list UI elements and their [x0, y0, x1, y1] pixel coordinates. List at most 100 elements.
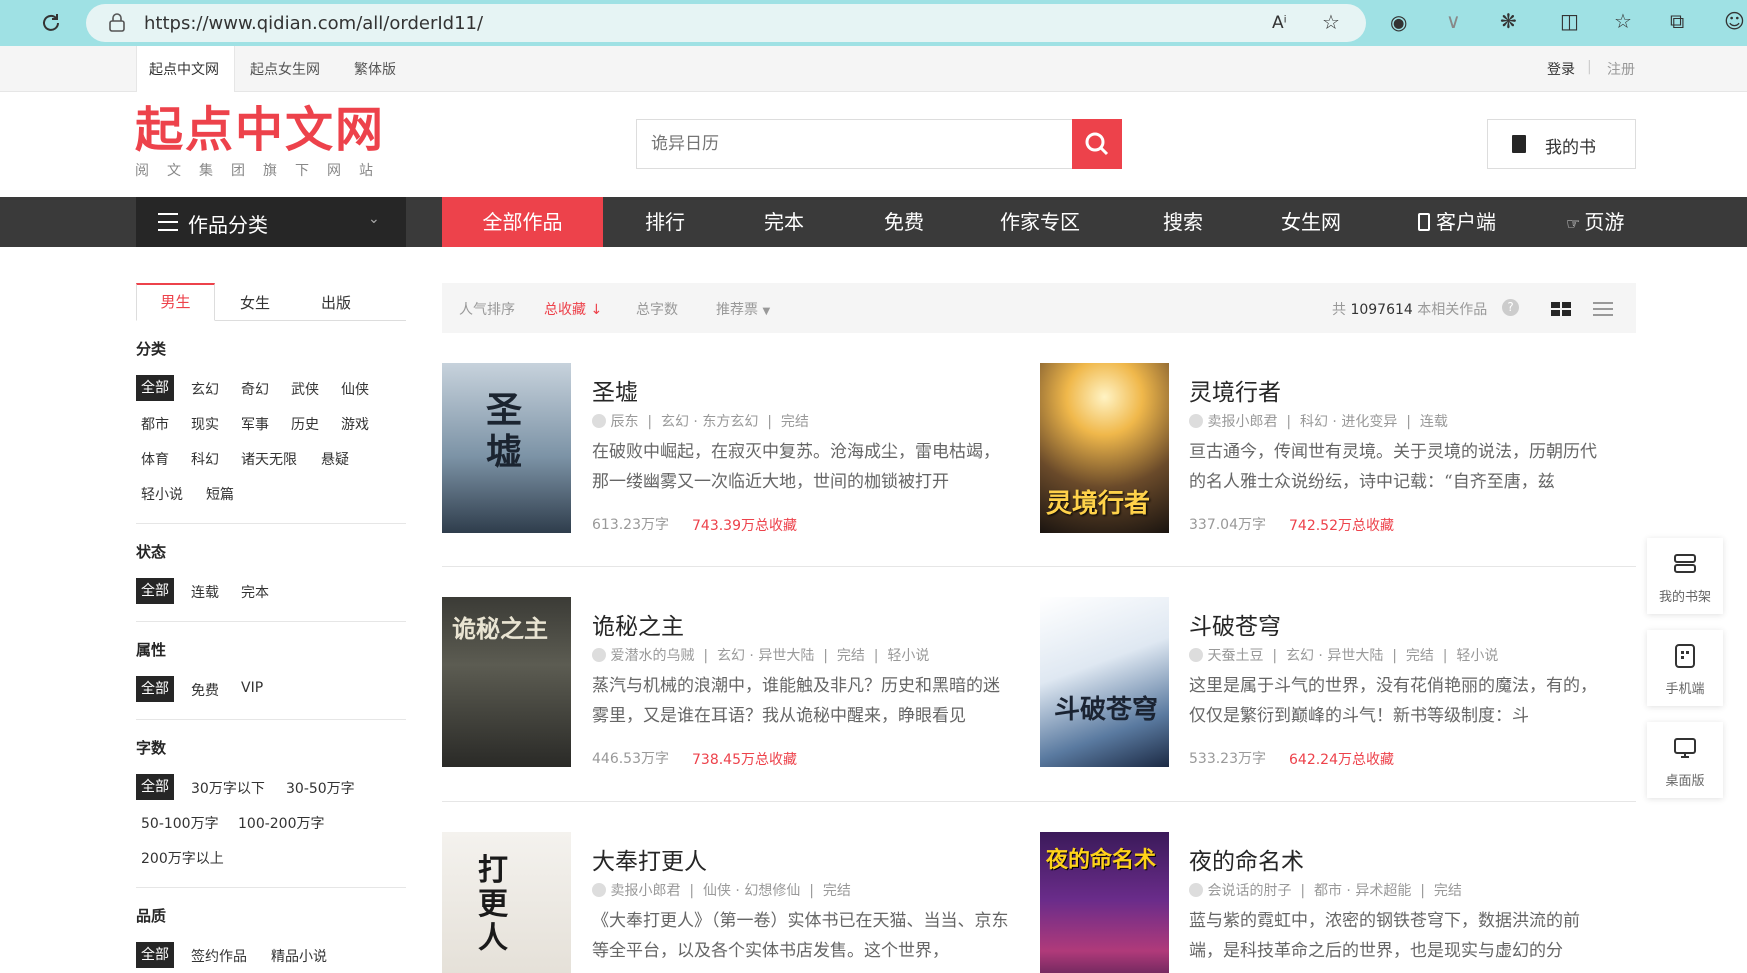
filter-option[interactable]: 短篇	[206, 484, 234, 504]
book-subcategory[interactable]: 异术超能	[1355, 883, 1411, 899]
tab-male[interactable]: 男生	[136, 283, 215, 321]
side-mobile-button[interactable]: 手机端	[1647, 630, 1723, 706]
book-category[interactable]: 玄幻	[717, 648, 745, 664]
book-category[interactable]: 都市	[1314, 883, 1342, 899]
register-link[interactable]: 注册	[1607, 59, 1635, 79]
top-link-qidian[interactable]: 起点中文网	[149, 59, 219, 79]
book-author[interactable]: 卖报小郎君	[610, 883, 680, 899]
my-books-button[interactable]: 我的书	[1487, 119, 1636, 169]
book-title[interactable]: 斗破苍穹	[1189, 607, 1281, 641]
favorite-star-icon[interactable]: ☆	[1322, 12, 1340, 32]
filter-quality-all[interactable]: 全部	[136, 942, 174, 968]
filter-option[interactable]: 100-200万字	[238, 813, 325, 833]
nav-finished[interactable]: 完本	[744, 197, 824, 247]
book-category[interactable]: 仙侠	[703, 883, 731, 899]
search-button[interactable]	[1072, 119, 1122, 169]
tab-publish[interactable]: 出版	[321, 292, 351, 313]
split-screen-icon[interactable]: ◫	[1560, 11, 1579, 31]
filter-option[interactable]: 历史	[291, 414, 319, 434]
filter-option[interactable]: 玄幻	[191, 379, 219, 399]
filter-option[interactable]: 科幻	[191, 449, 219, 469]
sort-collect[interactable]: 总收藏 ↓	[544, 299, 602, 319]
extension-icon[interactable]: ◉	[1390, 12, 1407, 32]
top-link-girls[interactable]: 起点女生网	[250, 59, 320, 79]
filter-option[interactable]: 军事	[241, 414, 269, 434]
filter-wordcount-all[interactable]: 全部	[136, 774, 174, 800]
nav-search[interactable]: 搜索	[1143, 197, 1223, 247]
filter-option[interactable]: 都市	[141, 414, 169, 434]
book-author[interactable]: 爱潜水的乌贼	[610, 648, 694, 664]
filter-option[interactable]: 诸天无限	[241, 449, 297, 469]
filter-option[interactable]: 现实	[191, 414, 219, 434]
filter-option[interactable]: 奇幻	[241, 379, 269, 399]
nav-author-zone[interactable]: 作家专区	[990, 197, 1090, 247]
tab-female[interactable]: 女生	[240, 292, 270, 313]
filter-attr-all[interactable]: 全部	[136, 676, 174, 702]
filter-option[interactable]: VIP	[241, 680, 263, 696]
site-logo[interactable]: 起点中文网 阅文集团旗下网站	[135, 104, 391, 180]
book-title[interactable]: 诡秘之主	[592, 607, 684, 641]
nav-webgame[interactable]: ☞ 页游	[1566, 197, 1646, 247]
book-title[interactable]: 灵境行者	[1189, 373, 1281, 407]
filter-option[interactable]: 游戏	[341, 414, 369, 434]
book-category[interactable]: 玄幻	[1286, 648, 1314, 664]
book-author[interactable]: 卖报小郎君	[1207, 414, 1277, 430]
filter-status-all[interactable]: 全部	[136, 578, 174, 604]
filter-option[interactable]: 完本	[241, 582, 269, 602]
puzzle-icon[interactable]: ❋	[1500, 11, 1517, 31]
filter-option[interactable]: 仙侠	[341, 379, 369, 399]
nav-rank[interactable]: 排行	[625, 197, 705, 247]
nav-client[interactable]: 客户端	[1418, 197, 1518, 247]
book-cover[interactable]: 斗破苍穹	[1040, 597, 1169, 767]
book-subcategory[interactable]: 东方玄幻	[702, 414, 758, 430]
filter-option[interactable]: 签约作品	[191, 946, 247, 966]
book-cover[interactable]: 灵境行者	[1040, 363, 1169, 533]
sort-recommend[interactable]: 推荐票 ▼	[716, 299, 770, 319]
filter-option[interactable]: 悬疑	[321, 449, 349, 469]
book-subcategory[interactable]: 异世大陆	[1327, 648, 1383, 664]
nav-girls[interactable]: 女生网	[1271, 197, 1351, 247]
book-author[interactable]: 会说话的肘子	[1207, 883, 1291, 899]
filter-option[interactable]: 30万字以下	[191, 778, 265, 798]
sort-popularity[interactable]: 人气排序	[459, 299, 515, 319]
filter-option[interactable]: 免费	[191, 680, 219, 700]
favorites-icon[interactable]: ☆	[1614, 11, 1632, 31]
book-author[interactable]: 天蚕土豆	[1207, 648, 1263, 664]
url-text[interactable]: https://www.qidian.com/all/orderId11/	[144, 13, 483, 34]
book-category[interactable]: 科幻	[1300, 414, 1328, 430]
book-tag[interactable]: 轻小说	[1456, 648, 1498, 664]
read-aloud-icon[interactable]: Aⁱ	[1272, 13, 1287, 33]
refresh-icon[interactable]	[40, 12, 62, 37]
book-tag[interactable]: 轻小说	[887, 648, 929, 664]
category-menu[interactable]: 作品分类 ⌄	[136, 197, 406, 247]
book-cover[interactable]: 诡秘之主	[442, 597, 571, 767]
filter-option[interactable]: 连载	[191, 582, 219, 602]
filter-option[interactable]: 200万字以上	[141, 848, 224, 868]
book-cover[interactable]: 打更人	[442, 832, 571, 973]
collections-icon[interactable]: ⧉	[1670, 11, 1684, 31]
filter-option[interactable]: 武侠	[291, 379, 319, 399]
top-link-traditional[interactable]: 繁体版	[354, 59, 396, 79]
filter-option[interactable]: 30-50万字	[286, 778, 355, 798]
list-view-icon[interactable]	[1593, 301, 1613, 316]
filter-option[interactable]: 体育	[141, 449, 169, 469]
book-title[interactable]: 大奉打更人	[592, 842, 707, 876]
book-category[interactable]: 玄幻	[661, 414, 689, 430]
book-subcategory[interactable]: 异世大陆	[758, 648, 814, 664]
sort-wordcount[interactable]: 总字数	[636, 299, 678, 319]
address-bar[interactable]: https://www.qidian.com/all/orderId11/ Aⁱ…	[86, 4, 1366, 42]
nav-free[interactable]: 免费	[864, 197, 944, 247]
side-bookshelf-button[interactable]: 我的书架	[1647, 538, 1723, 614]
filter-option[interactable]: 精品小说	[271, 946, 327, 966]
filter-option[interactable]: 50-100万字	[141, 813, 219, 833]
book-subcategory[interactable]: 进化变异	[1341, 414, 1397, 430]
login-link[interactable]: 登录	[1547, 59, 1575, 79]
help-icon[interactable]: ?	[1502, 299, 1519, 316]
book-author[interactable]: 辰东	[610, 414, 638, 430]
book-title[interactable]: 圣墟	[592, 373, 638, 407]
search-input[interactable]	[637, 120, 1074, 168]
book-cover[interactable]: 圣墟	[442, 363, 571, 533]
nav-all-works[interactable]: 全部作品	[442, 197, 603, 247]
filter-category-all[interactable]: 全部	[136, 375, 174, 401]
profile-icon[interactable]: ☺	[1724, 11, 1745, 31]
